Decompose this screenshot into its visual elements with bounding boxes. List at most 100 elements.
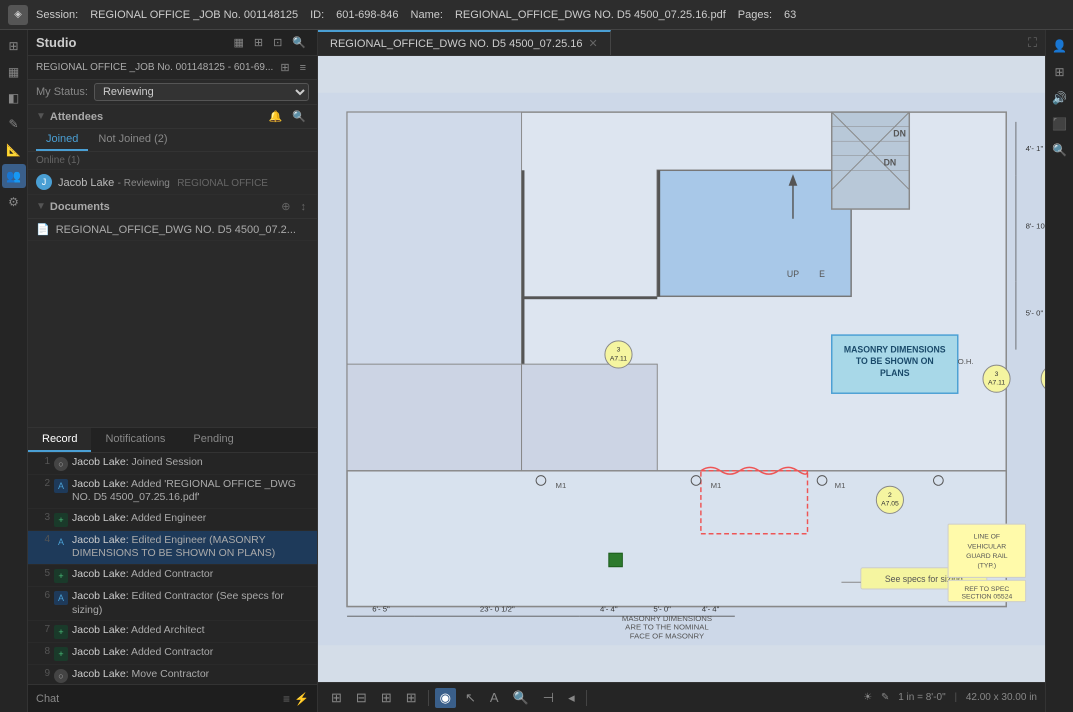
log-text: Jacob Lake: Edited Contractor (See specs… [72,590,311,617]
log-action: Added Contractor [131,568,213,580]
documents-add-icon[interactable]: ⊕ [278,199,293,214]
session-name: REGIONAL OFFICE _JOB No. 001148125 [90,9,298,21]
doc-tab-active[interactable]: REGIONAL_OFFICE_DWG NO. D5 4500_07.25.16… [318,30,611,55]
log-number: 2 [34,478,50,489]
svg-text:3: 3 [995,371,999,378]
toolbar-pages-icon[interactable]: ⊞ [326,688,347,708]
doc-tabs-expand-icon[interactable]: ⛶ [1024,33,1041,53]
attendees-search-icon[interactable]: 🔍 [289,109,309,124]
documents-sort-icon[interactable]: ↕ [298,200,310,214]
toolbar-next-icon[interactable]: ◂ [563,688,580,708]
log-item: 6 A Jacob Lake: Edited Contractor (See s… [28,587,317,621]
log-name: Jacob Lake: [72,456,129,468]
studio-search-icon[interactable]: 🔍 [289,34,309,51]
toolbar-sun-icon[interactable]: ☀ [863,692,872,703]
right-rail-view-icon[interactable]: ⬛ [1048,112,1072,136]
right-icon-rail: 👤 ⊞ 🔊 ⬛ 🔍 [1045,30,1073,712]
nav-home[interactable]: ⊞ [2,34,26,58]
svg-text:A7.11: A7.11 [610,355,627,362]
tab-joined[interactable]: Joined [36,129,88,151]
log-name: Jacob Lake: [72,668,129,680]
toolbar-fit-width-icon[interactable]: ⊞ [376,688,397,708]
session-bar: REGIONAL OFFICE _JOB No. 001148125 - 601… [28,56,317,80]
toolbar-rotate-icon[interactable]: ⊞ [401,688,422,708]
toolbar-prev-icon[interactable]: ⊣ [538,688,559,708]
blueprint-svg: MASONRY DIMENSIONS TO BE SHOWN ON PLANS … [318,56,1045,682]
chat-list-icon[interactable]: ≡ [283,692,290,706]
tab-record[interactable]: Record [28,428,91,452]
svg-text:4'- 4": 4'- 4" [702,604,720,613]
svg-text:4'- 1": 4'- 1" [1026,144,1044,153]
nav-annotations[interactable]: ✎ [2,112,26,136]
doc-tab-close-button[interactable]: ✕ [589,37,598,50]
attendees-chevron[interactable]: ▼ [36,111,46,122]
svg-text:UP: UP [787,269,799,279]
left-icon-rail: ⊞ ▦ ◧ ✎ 📐 👥 ⚙ [0,30,28,712]
chat-filter-icon[interactable]: ⚡ [294,692,309,706]
log-item: 1 ○ Jacob Lake: Joined Session [28,453,317,475]
svg-text:M1: M1 [711,481,722,490]
bottom-tabs: Record Notifications Pending [28,427,317,453]
log-action: Added Engineer [131,512,206,524]
right-rail-search-icon[interactable]: 🔍 [1048,138,1072,162]
attendee-item: J Jacob Lake - Reviewing REGIONAL OFFICE [28,170,317,195]
blueprint-canvas[interactable]: MASONRY DIMENSIONS TO BE SHOWN ON PLANS … [318,56,1045,682]
toolbar-pen-icon[interactable]: ✎ [881,692,889,703]
toolbar-markup-icon[interactable]: ◉ [435,688,456,708]
file-name: REGIONAL_OFFICE_DWG NO. D5 4500_07.25.16… [455,9,726,21]
attendee-location: REGIONAL OFFICE [177,178,268,189]
svg-text:6'- 5": 6'- 5" [372,604,390,613]
tab-notifications[interactable]: Notifications [91,428,179,452]
studio-grid-icon[interactable]: ▦ [230,34,246,51]
nav-studio[interactable]: 👥 [2,164,26,188]
session-grid-icon[interactable]: ⊞ [277,59,292,76]
toolbar-scale-info: ☀ ✎ 1 in = 8'-0" | 42.00 x 30.00 in [863,692,1037,703]
toolbar-fit-page-icon[interactable]: ⊟ [351,688,372,708]
left-panel: Studio ▦ ⊞ ⊡ 🔍 REGIONAL OFFICE _JOB No. … [28,30,318,712]
log-text: Jacob Lake: Added Contractor [72,646,311,660]
document-item[interactable]: 📄 REGIONAL_OFFICE_DWG NO. D5 4500_07.2..… [28,219,317,241]
log-action: Added Contractor [131,646,213,658]
right-rail-audio-icon[interactable]: 🔊 [1048,86,1072,110]
status-label: My Status: [36,86,88,98]
svg-text:M1: M1 [835,481,846,490]
studio-list-icon[interactable]: ⊞ [251,34,266,51]
app-logo: ◈ [8,5,28,25]
attendees-notify-icon[interactable]: 🔔 [266,109,286,124]
nav-measure[interactable]: 📐 [2,138,26,162]
toolbar-scale-text: 1 in = 8'-0" [898,692,945,703]
nav-settings[interactable]: ⚙ [2,190,26,214]
attendee-info: Jacob Lake - Reviewing REGIONAL OFFICE [58,175,268,189]
studio-expand-icon[interactable]: ⊡ [270,34,285,51]
toolbar-text-icon[interactable]: A [485,688,504,707]
documents-chevron[interactable]: ▼ [36,201,46,212]
tab-not-joined[interactable]: Not Joined (2) [88,129,177,151]
chat-icons: ≡ ⚡ [283,692,309,706]
right-rail-grid-icon[interactable]: ⊞ [1048,60,1072,84]
svg-text:M1: M1 [555,481,566,490]
chat-input[interactable] [65,693,277,705]
studio-title: Studio [36,35,224,50]
svg-text:23'- 0 1/2": 23'- 0 1/2" [480,604,515,613]
log-text: Jacob Lake: Added Architect [72,624,311,638]
svg-text:SECTION 05524: SECTION 05524 [961,594,1012,601]
chat-bar: Chat ≡ ⚡ [28,684,317,712]
toolbar-select-icon[interactable]: ↖ [460,688,481,708]
tab-pending[interactable]: Pending [179,428,247,452]
right-rail-profile-icon[interactable]: 👤 [1048,34,1072,58]
log-type-icon: ○ [54,669,68,683]
status-select[interactable]: Reviewing Approved In Progress Pending [94,83,309,101]
toolbar-zoom-icon[interactable]: 🔍 [508,688,534,708]
log-number: 5 [34,568,50,579]
log-number: 1 [34,456,50,467]
document-name: REGIONAL_OFFICE_DWG NO. D5 4500_07.2... [56,224,296,236]
nav-documents[interactable]: ▦ [2,60,26,84]
nav-layers[interactable]: ◧ [2,86,26,110]
attendees-section-header: ▼ Attendees 🔔 🔍 [28,105,317,129]
bottom-toolbar: ⊞ ⊟ ⊞ ⊞ ◉ ↖ A 🔍 ⊣ ◂ ☀ ✎ 1 in = 8'-0" | 4… [318,682,1045,712]
toolbar-separator-2 [586,690,587,706]
log-text: Jacob Lake: Move Contractor [72,668,311,682]
svg-text:A7.11: A7.11 [988,380,1005,387]
svg-text:DN: DN [884,157,897,167]
session-menu-icon[interactable]: ≡ [297,60,309,76]
